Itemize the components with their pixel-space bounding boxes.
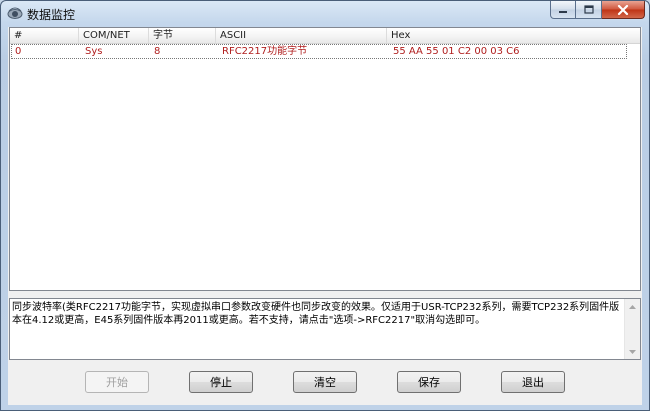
table-row[interactable]: 0 Sys 8 RFC2217功能字节 55 AA 55 01 C2 00 03… (11, 44, 627, 59)
clear-button[interactable]: 清空 (293, 371, 357, 393)
maximize-icon (583, 5, 594, 14)
button-bar: 开始 停止 清空 保存 退出 (8, 371, 642, 395)
info-text: 同步波特率(类RFC2217功能字节，实现虚拟串口参数改变硬件也同步改变的效果。… (12, 302, 620, 326)
scroll-down-arrow-icon (629, 349, 636, 354)
exit-button[interactable]: 退出 (501, 371, 565, 393)
title-bar[interactable]: 数据监控 (1, 1, 649, 25)
scroll-up-button[interactable] (625, 299, 640, 314)
start-button[interactable]: 开始 (85, 371, 149, 393)
client-area: # COM/NET 字节 ASCII Hex 0 Sys 8 RFC2217功能… (8, 27, 642, 405)
column-header-index[interactable]: # (10, 28, 79, 43)
scroll-down-button[interactable] (625, 344, 640, 359)
window-title: 数据监控 (27, 8, 76, 22)
row-ascii: RFC2217功能字节 (222, 46, 308, 57)
row-bytes: 8 (154, 46, 161, 57)
column-header-bytes[interactable]: 字节 (149, 28, 216, 43)
column-header-com-net[interactable]: COM/NET (79, 28, 149, 43)
scroll-up-arrow-icon (629, 304, 636, 309)
data-list[interactable]: # COM/NET 字节 ASCII Hex 0 Sys 8 RFC2217功能… (9, 27, 641, 291)
minimize-button[interactable] (550, 1, 576, 19)
data-monitor-window: 数据监控 # COM/NET 字节 ASCII Hex 0 Sys 8 RFC2… (0, 0, 650, 411)
list-header: # COM/NET 字节 ASCII Hex (10, 28, 640, 44)
save-button[interactable]: 保存 (397, 371, 461, 393)
column-header-ascii[interactable]: ASCII (216, 28, 387, 43)
close-icon (617, 4, 629, 15)
close-button[interactable] (602, 1, 645, 19)
stop-button[interactable]: 停止 (189, 371, 253, 393)
maximize-button[interactable] (576, 1, 602, 19)
vertical-scrollbar[interactable] (624, 299, 640, 359)
column-header-hex[interactable]: Hex (387, 28, 640, 43)
row-hex: 55 AA 55 01 C2 00 03 C6 (393, 46, 520, 57)
info-textbox[interactable]: 同步波特率(类RFC2217功能字节，实现虚拟串口参数改变硬件也同步改变的效果。… (9, 298, 641, 360)
row-source: Sys (85, 46, 103, 57)
minimize-icon (559, 10, 567, 13)
row-index: 0 (15, 46, 22, 57)
caption-buttons (550, 1, 645, 20)
monitor-eye-icon (7, 7, 23, 19)
